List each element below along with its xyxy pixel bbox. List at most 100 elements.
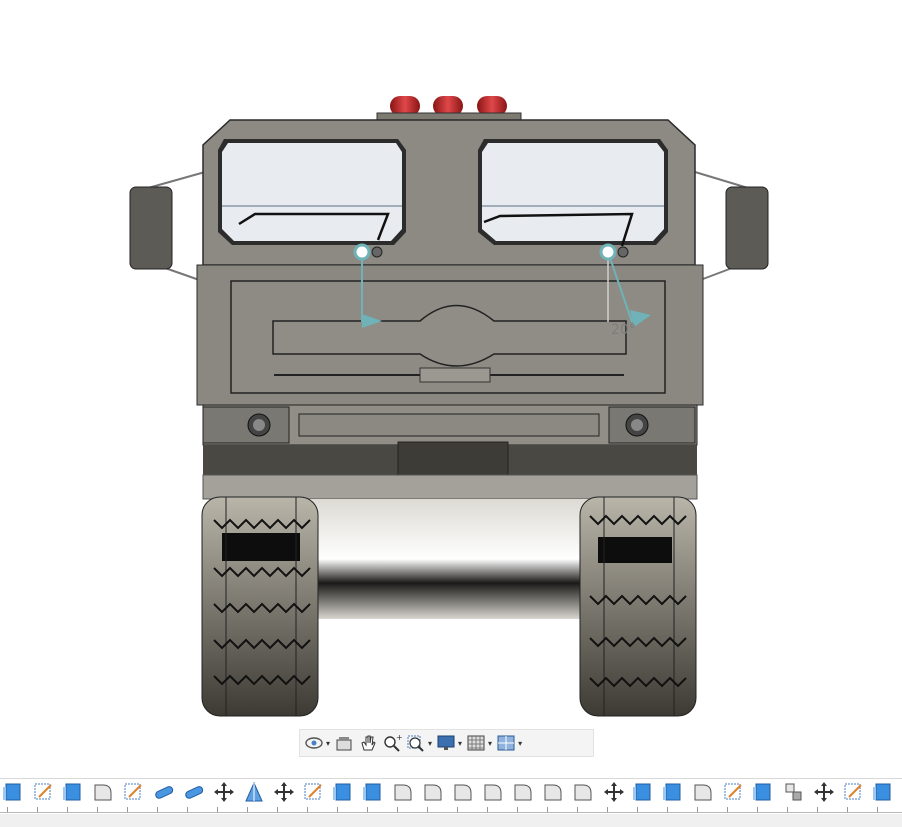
timeline-tick — [457, 807, 458, 812]
timeline-feature[interactable] — [450, 780, 476, 804]
timeline-feature[interactable] — [480, 780, 506, 804]
timeline-feature[interactable] — [30, 780, 56, 804]
zoom-window-icon — [407, 735, 424, 752]
pan-button[interactable] — [358, 732, 378, 754]
timeline-tick — [877, 807, 878, 812]
timeline-tick — [397, 807, 398, 812]
camera-icon — [336, 737, 352, 751]
sketch-icon — [844, 783, 862, 800]
fillet-icon — [424, 784, 442, 801]
fillet-icon — [454, 784, 472, 801]
timeline-feature[interactable] — [870, 780, 896, 804]
timeline-feature[interactable] — [180, 780, 206, 804]
sketch-icon — [34, 783, 52, 800]
beacon-lights — [376, 96, 522, 122]
timeline-tick — [7, 807, 8, 812]
timeline-feature[interactable] — [630, 780, 656, 804]
timeline-feature[interactable] — [120, 780, 146, 804]
timeline-feature[interactable] — [690, 780, 716, 804]
timeline-tick — [97, 807, 98, 812]
timeline-tick — [757, 807, 758, 812]
timeline-feature[interactable] — [390, 780, 416, 804]
sketch-icon — [304, 783, 322, 800]
timeline-feature[interactable] — [600, 780, 626, 804]
timeline-feature[interactable] — [0, 780, 26, 804]
timeline-feature[interactable] — [360, 780, 386, 804]
timeline-tick — [847, 807, 848, 812]
navigation-toolbar: ▾ + ▾ ▾ ▾ ▾ — [299, 729, 594, 757]
timeline-tick — [727, 807, 728, 812]
fillet-icon — [394, 784, 412, 801]
grid-snaps-button[interactable]: ▾ — [466, 732, 492, 754]
timeline-feature[interactable] — [210, 780, 236, 804]
timeline-feature[interactable] — [300, 780, 326, 804]
move-icon — [604, 782, 624, 802]
svg-text:+: + — [396, 733, 402, 742]
timeline-tick — [787, 807, 788, 812]
orbit-icon — [305, 737, 323, 749]
extrude-icon — [873, 783, 891, 801]
zoom-button[interactable]: + — [382, 732, 402, 754]
timeline-tick — [67, 807, 68, 812]
status-bar — [0, 814, 902, 827]
timeline-tick — [367, 807, 368, 812]
extrude-icon — [633, 783, 651, 801]
timeline-tick — [307, 807, 308, 812]
timeline-tick — [217, 807, 218, 812]
timeline-feature[interactable] — [270, 780, 296, 804]
timeline-tick — [517, 807, 518, 812]
fillet-icon — [574, 784, 592, 801]
timeline-tick — [487, 807, 488, 812]
timeline-tick — [247, 807, 248, 812]
timeline-feature[interactable] — [420, 780, 446, 804]
display-settings-button[interactable]: ▾ — [436, 732, 462, 754]
timeline-feature[interactable] — [240, 780, 266, 804]
draft-icon — [245, 781, 263, 802]
design-timeline — [0, 778, 902, 815]
timeline-feature[interactable] — [510, 780, 536, 804]
timeline-tick — [547, 807, 548, 812]
timeline-feature[interactable] — [840, 780, 866, 804]
timeline-feature[interactable] — [570, 780, 596, 804]
truck-model[interactable] — [0, 0, 902, 730]
grid-icon — [467, 735, 485, 751]
timeline-feature[interactable] — [720, 780, 746, 804]
timeline-feature[interactable] — [540, 780, 566, 804]
timeline-tick — [697, 807, 698, 812]
timeline-feature[interactable] — [750, 780, 776, 804]
timeline-feature[interactable] — [150, 780, 176, 804]
timeline-tick — [607, 807, 608, 812]
timeline-tick — [187, 807, 188, 812]
timeline-tick — [667, 807, 668, 812]
timeline-feature[interactable] — [330, 780, 356, 804]
timeline-feature[interactable] — [90, 780, 116, 804]
timeline-tick — [127, 807, 128, 812]
timeline-feature[interactable] — [780, 780, 806, 804]
timeline-tick — [817, 807, 818, 812]
timeline-feature[interactable] — [660, 780, 686, 804]
monitor-icon — [437, 735, 455, 750]
fillet-icon — [514, 784, 532, 801]
fillet-icon — [544, 784, 562, 801]
fit-button[interactable]: ▾ — [406, 732, 432, 754]
3d-viewport[interactable]: 20° — [0, 0, 902, 730]
joint-icon — [785, 783, 802, 801]
timeline-feature[interactable] — [60, 780, 86, 804]
viewports-button[interactable]: ▾ — [496, 732, 522, 754]
extrude-icon — [363, 783, 381, 801]
viewports-icon — [497, 735, 515, 751]
fillet-icon — [94, 784, 112, 801]
zoom-icon: + — [384, 733, 402, 752]
sketch-icon — [724, 783, 742, 800]
timeline-tick — [427, 807, 428, 812]
move-icon — [214, 782, 234, 802]
timeline-feature[interactable] — [810, 780, 836, 804]
extrude-icon — [63, 783, 81, 801]
look-at-button[interactable] — [334, 732, 354, 754]
orbit-button[interactable]: ▾ — [304, 732, 330, 754]
move-icon — [814, 782, 834, 802]
hand-icon — [361, 735, 376, 751]
move-icon — [274, 782, 294, 802]
timeline-feature-strip — [0, 779, 900, 805]
angle-dimension-label[interactable]: 20° — [611, 322, 636, 338]
